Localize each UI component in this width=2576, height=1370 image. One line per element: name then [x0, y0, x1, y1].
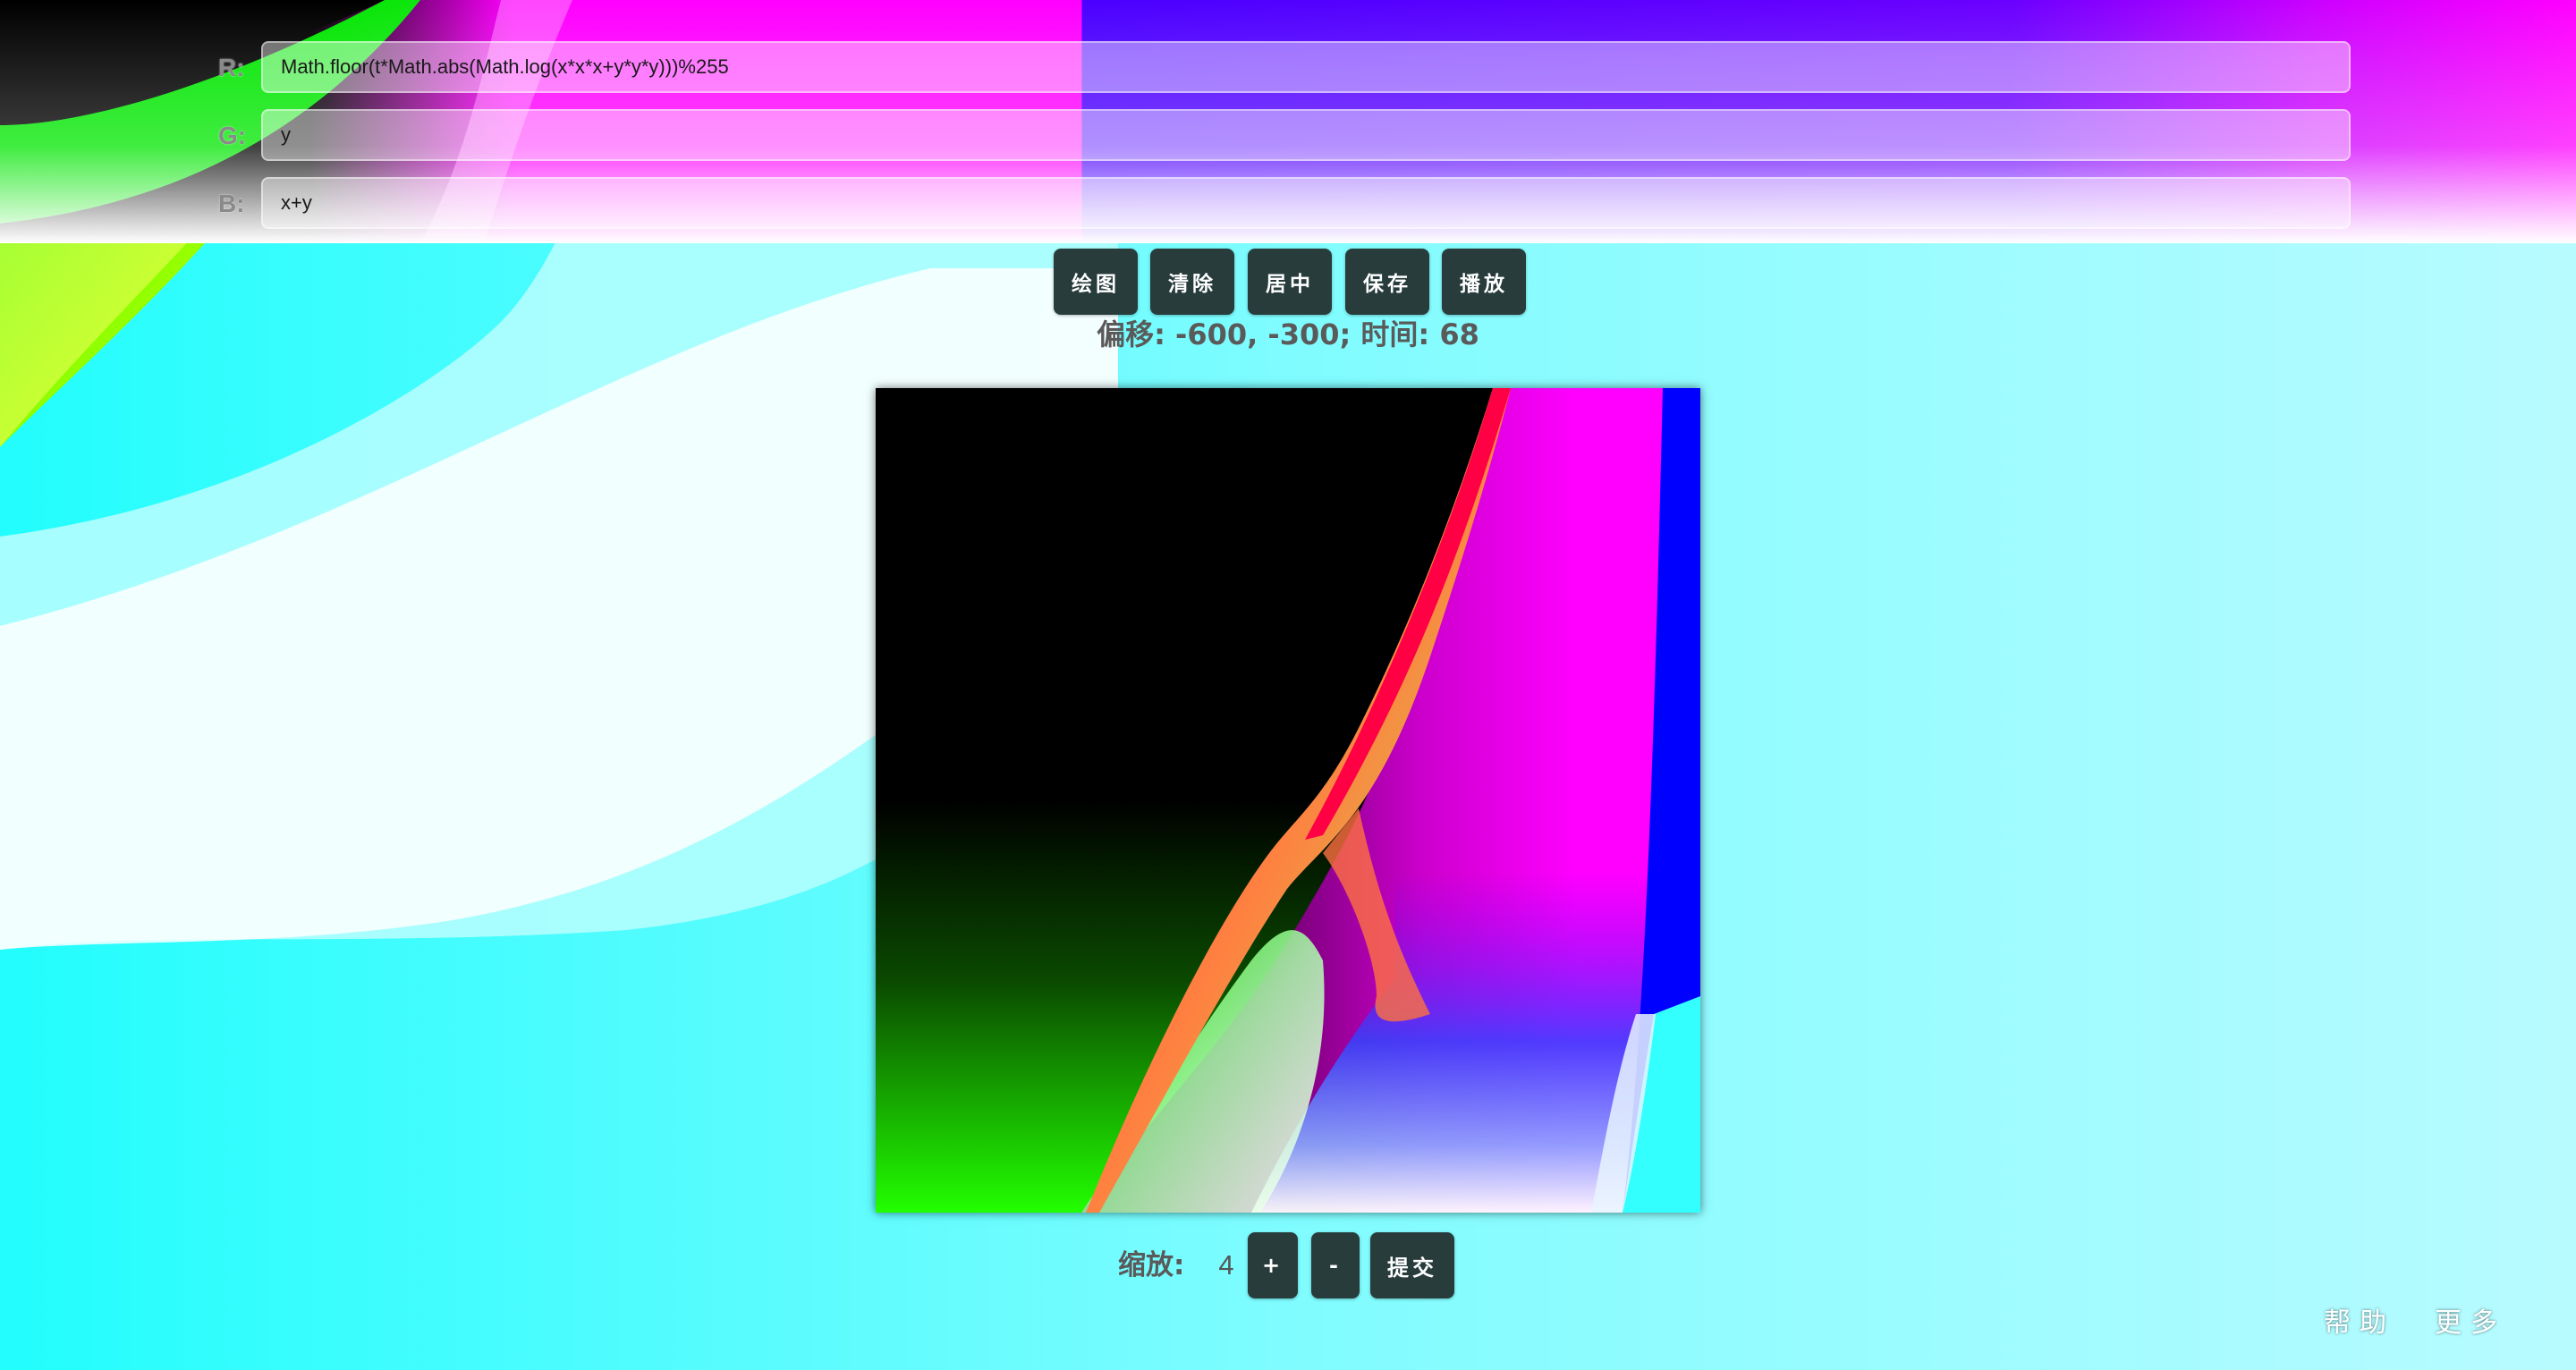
formula-label-r: R: [218, 54, 245, 81]
zoom-value: 4 [1218, 1249, 1234, 1281]
offset-time-status: 偏移: -600, -300; 时间: 68 [1097, 317, 1479, 351]
canvas-artwork [876, 388, 1700, 1213]
save-button[interactable]: 保存 [1345, 249, 1429, 315]
play-button[interactable]: 播放 [1442, 249, 1526, 315]
formula-input-b[interactable] [261, 177, 2351, 229]
zoom-controls: 缩放: 4 + - 提交 [1118, 1232, 1458, 1298]
help-link[interactable]: 帮助 [2324, 1304, 2395, 1343]
more-link[interactable]: 更多 [2435, 1304, 2506, 1343]
formula-row-g: G: [218, 109, 2351, 163]
draw-button[interactable]: 绘图 [1054, 249, 1138, 315]
zoom-in-button[interactable]: + [1248, 1232, 1298, 1298]
formula-label-b: B: [218, 190, 245, 217]
center-button[interactable]: 居中 [1248, 249, 1332, 315]
formula-row-r: R: [218, 41, 2351, 95]
formula-label-g: G: [218, 122, 247, 149]
clear-button[interactable]: 清除 [1150, 249, 1234, 315]
formula-input-r[interactable] [261, 41, 2351, 93]
toolbar: 绘图 清除 居中 保存 播放 [1052, 249, 1526, 315]
drawing-canvas[interactable] [876, 388, 1700, 1213]
submit-button[interactable]: 提交 [1370, 1232, 1454, 1298]
formula-input-g[interactable] [261, 109, 2351, 161]
zoom-label: 缩放: [1118, 1249, 1185, 1281]
zoom-out-button[interactable]: - [1311, 1232, 1360, 1298]
formula-row-b: B: [218, 177, 2351, 231]
